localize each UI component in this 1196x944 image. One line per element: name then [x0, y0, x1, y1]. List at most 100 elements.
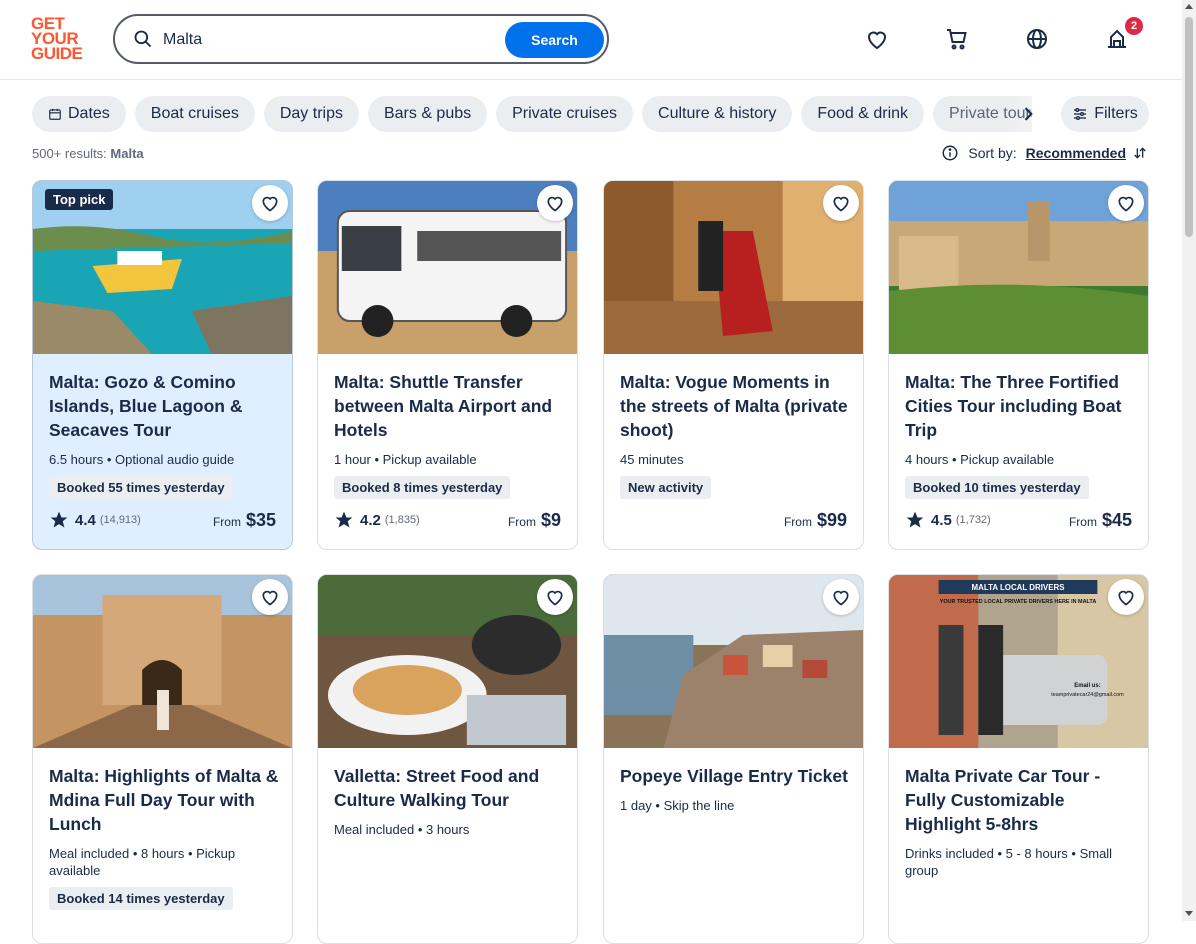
- activity-title[interactable]: Malta Private Car Tour - Fully Customiza…: [905, 764, 1135, 836]
- rating-value: 4.4: [75, 511, 96, 529]
- review-count: (1,835): [384, 514, 420, 526]
- price: From $99: [784, 510, 847, 531]
- scrollbar-thumb[interactable]: [1185, 17, 1193, 237]
- activity-meta: 4 hours • Pickup available: [905, 452, 1055, 467]
- wishlist-button[interactable]: [1108, 185, 1144, 221]
- price-from: From: [1068, 515, 1097, 529]
- activity-title[interactable]: Malta: Shuttle Transfer between Malta Ai…: [334, 370, 564, 442]
- image-tagline-text: YOUR TRUSTED LOCAL PRIVATE DRIVERS HERE …: [940, 599, 1097, 605]
- heart-icon: [262, 196, 278, 212]
- activity-title[interactable]: Popeye Village Entry Ticket: [620, 764, 850, 788]
- chip-label: Culture & history: [658, 105, 777, 122]
- activity-title[interactable]: Malta: Vogue Moments in the streets of M…: [620, 370, 850, 442]
- star-icon: [335, 511, 353, 528]
- wishlist-button[interactable]: [823, 185, 859, 221]
- star-icon: [906, 511, 924, 528]
- activity-card[interactable]: MALTA LOCAL DRIVERS YOUR TRUSTED LOCAL P…: [888, 574, 1149, 944]
- scroll-up-arrow[interactable]: [1185, 4, 1193, 9]
- chip-bars-pubs[interactable]: Bars & pubs: [367, 96, 488, 132]
- activity-meta: Meal included • 3 hours: [334, 822, 470, 837]
- chip-label: Dates: [68, 105, 110, 122]
- activity-card[interactable]: Top pick Malta: Gozo & Comino Islands, B…: [32, 180, 293, 550]
- info-icon[interactable]: [941, 144, 959, 162]
- heart-icon: [833, 590, 849, 606]
- image-email-text: teamprivatecar24@gmail.com: [1051, 692, 1124, 698]
- image-email-label: Email us:: [1074, 683, 1100, 689]
- price-value: $99: [816, 510, 847, 530]
- price: From $45: [1069, 510, 1132, 531]
- filters-button[interactable]: Filters: [1061, 96, 1149, 132]
- activity-card[interactable]: Malta: The Three Fortified Cities Tour i…: [888, 180, 1149, 550]
- price-from: From: [212, 515, 241, 529]
- activity-card[interactable]: Malta: Highlights of Malta & Mdina Full …: [32, 574, 293, 944]
- sliders-icon: [1074, 108, 1087, 120]
- search-icon: [134, 30, 152, 48]
- activity-card[interactable]: Popeye Village Entry Ticket 1 day • Skip…: [603, 574, 864, 944]
- activity-card[interactable]: Malta: Shuttle Transfer between Malta Ai…: [317, 180, 578, 550]
- activity-meta: Meal included • 8 hours • Pickup availab…: [49, 846, 236, 878]
- globe-icon[interactable]: [1025, 27, 1049, 51]
- activity-title[interactable]: Malta: Gozo & Comino Islands, Blue Lagoo…: [49, 370, 279, 442]
- chip-dates[interactable]: Dates: [32, 96, 126, 132]
- activity-title[interactable]: Malta: Highlights of Malta & Mdina Full …: [49, 764, 279, 836]
- rating-value: 4.5: [931, 511, 952, 529]
- star-icon: [50, 511, 68, 528]
- cart-icon[interactable]: [945, 27, 969, 51]
- chip-label: Private cruises: [512, 105, 618, 122]
- activity-card[interactable]: Malta: Vogue Moments in the streets of M…: [603, 180, 864, 550]
- search-input[interactable]: [161, 26, 505, 54]
- chip-private-cruises[interactable]: Private cruises: [496, 96, 634, 132]
- heart-icon: [262, 590, 278, 606]
- results-count-text: 500+ results:: [32, 146, 107, 161]
- wishlist-button[interactable]: [537, 579, 573, 615]
- booking-tag: Booked 14 times yesterday: [49, 887, 233, 910]
- chip-label: Day trips: [279, 105, 343, 122]
- price-from: From: [783, 515, 812, 529]
- new-activity-tag: New activity: [620, 476, 712, 499]
- results-query: Malta: [110, 146, 144, 161]
- activity-title[interactable]: Valletta: Street Food and Culture Walkin…: [334, 764, 564, 812]
- wishlist-button[interactable]: [1108, 579, 1144, 615]
- wishlist-button[interactable]: [537, 185, 573, 221]
- review-count: (1,732): [955, 514, 991, 526]
- chip-food-drink[interactable]: Food & drink: [801, 96, 925, 132]
- booking-tag: Booked 55 times yesterday: [49, 476, 233, 499]
- activity-meta: 1 day • Skip the line: [620, 798, 735, 813]
- chip-culture-history[interactable]: Culture & history: [642, 96, 793, 132]
- getyourguide-logo[interactable]: GET YOUR GUIDE: [31, 15, 91, 62]
- heart-icon: [1118, 590, 1134, 606]
- search-button[interactable]: Search: [505, 22, 604, 58]
- chip-day-trips[interactable]: Day trips: [263, 96, 359, 132]
- rating: 4.4 (14,913): [49, 510, 141, 530]
- heart-icon: [833, 196, 849, 212]
- filters-label: Filters: [1094, 105, 1138, 122]
- sort-control: Sort by: Recommended: [941, 144, 1148, 162]
- rating: 4.2 (1,835): [334, 510, 420, 530]
- wishlist-button[interactable]: [252, 185, 288, 221]
- sort-dropdown[interactable]: Recommended: [1026, 145, 1126, 161]
- activity-card[interactable]: Valletta: Street Food and Culture Walkin…: [317, 574, 578, 944]
- search-bar: Search: [113, 14, 609, 64]
- review-count: (14,913): [99, 514, 141, 526]
- heart-icon: [1118, 196, 1134, 212]
- wishlist-button[interactable]: [252, 579, 288, 615]
- sort-arrows-icon[interactable]: [1132, 145, 1148, 161]
- price-value: $9: [540, 510, 561, 530]
- activity-meta: 6.5 hours • Optional audio guide: [49, 452, 235, 467]
- price: From $35: [213, 510, 276, 531]
- chevron-right-icon[interactable]: [1018, 104, 1038, 124]
- heart-icon[interactable]: [865, 27, 889, 51]
- activity-meta: 45 minutes: [620, 452, 684, 467]
- top-header: GET YOUR GUIDE Search 2: [0, 0, 1182, 80]
- activity-meta: Drinks included • 5 - 8 hours • Small gr…: [905, 846, 1113, 878]
- scroll-down-arrow[interactable]: [1185, 911, 1193, 916]
- price-value: $45: [1101, 510, 1132, 530]
- price: From $9: [508, 510, 561, 531]
- price-value: $35: [245, 510, 276, 530]
- chip-boat-cruises[interactable]: Boat cruises: [134, 96, 255, 132]
- rating-value: 4.2: [360, 511, 381, 529]
- activity-title[interactable]: Malta: The Three Fortified Cities Tour i…: [905, 370, 1135, 442]
- heart-icon: [547, 590, 563, 606]
- cart-count-badge: 2: [1125, 17, 1143, 35]
- wishlist-button[interactable]: [823, 579, 859, 615]
